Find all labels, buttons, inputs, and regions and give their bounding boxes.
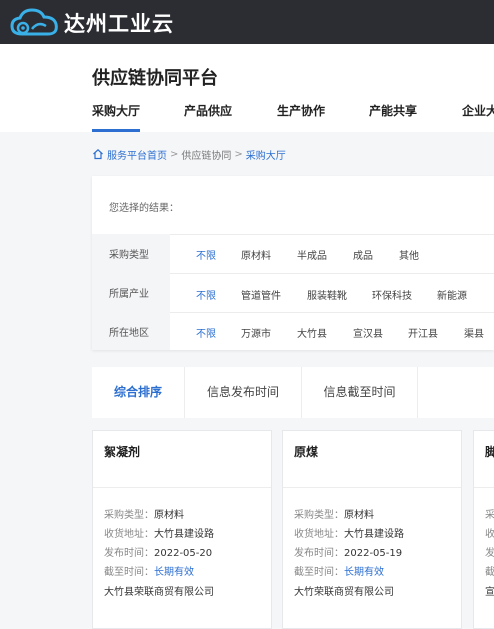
card-title: 原煤 [294, 445, 319, 459]
option-unlimited[interactable]: 不限 [196, 325, 216, 340]
divider [474, 487, 494, 488]
breadcrumb-home[interactable]: 服务平台首页 [107, 147, 167, 162]
card-publish-label: 发布时间： [104, 548, 154, 559]
card-deadline-value: 长期有效 [154, 567, 194, 578]
option-kaijiang[interactable]: 开江县 [408, 325, 438, 340]
divider [170, 312, 494, 313]
breadcrumb-separator: > [170, 148, 179, 160]
card-title: 脚 [485, 443, 494, 460]
card-publish-value: 2022-05-19 [344, 548, 403, 559]
tab-enterprise[interactable]: 企业大 [462, 102, 494, 132]
purchase-card[interactable]: 脚 采 收 发 截 宣 [473, 430, 494, 629]
breadcrumb-supply-chain[interactable]: 供应链协同 [181, 147, 231, 162]
divider [93, 487, 271, 488]
option-new-energy[interactable]: 新能源 [437, 287, 467, 302]
card-deadline: 截至时间：长期有效 [104, 563, 194, 578]
breadcrumb-current[interactable]: 采购大厅 [246, 147, 286, 162]
option-other[interactable]: 其他 [399, 247, 419, 262]
tab-production-collab[interactable]: 生产协作 [277, 102, 325, 132]
card-address-value: 大竹县建设路 [154, 529, 214, 540]
card-type-label: 采购类型： [104, 510, 154, 521]
sort-comprehensive[interactable]: 综合排序 [92, 367, 185, 418]
divider [170, 273, 494, 274]
card-title: 絮凝剂 [104, 445, 141, 459]
divider [283, 487, 461, 488]
option-finished[interactable]: 成品 [353, 247, 373, 262]
sort-bar: 综合排序 信息发布时间 信息截至时间 [92, 367, 494, 418]
card-deadline-label: 截至时间： [294, 567, 344, 578]
filter-label-region: 所在地区 [109, 328, 149, 339]
card-publish: 发布时间：2022-05-19 [294, 544, 402, 559]
card-deadline: 截至时间：长期有效 [294, 563, 384, 578]
option-pipes[interactable]: 管道管件 [241, 287, 281, 302]
card-deadline-value: 长期有效 [344, 567, 384, 578]
card-type: 采购类型：原材料 [104, 506, 184, 521]
card-type-value: 原材料 [154, 510, 184, 521]
card-address-value: 大竹县建设路 [344, 529, 404, 540]
option-raw-material[interactable]: 原材料 [241, 247, 271, 262]
filter-panel: 您选择的结果： 采购类型 不限 原材料 半成品 成品 其他 所属产业 不限 管道… [92, 176, 494, 350]
card-type-label: 采 [485, 510, 494, 521]
sort-publish-time[interactable]: 信息发布时间 [185, 367, 302, 418]
page-title: 供应链协同平台 [92, 68, 218, 89]
card-company: 大竹荣联商贸有限公司 [294, 587, 394, 598]
top-bar: 达州工业云 [0, 0, 494, 44]
tab-product-supply[interactable]: 产品供应 [184, 102, 232, 132]
sort-deadline-time[interactable]: 信息截至时间 [302, 367, 418, 418]
home-icon [93, 148, 103, 160]
card-publish-label: 发布时间： [294, 548, 344, 559]
option-quxian[interactable]: 渠县 [464, 325, 484, 340]
purchase-card[interactable]: 絮凝剂 采购类型：原材料 收货地址：大竹县建设路 发布时间：2022-05-20… [92, 430, 272, 629]
purchase-card[interactable]: 原煤 采购类型：原材料 收货地址：大竹县建设路 发布时间：2022-05-19 … [282, 430, 462, 629]
breadcrumb-separator: > [234, 148, 243, 160]
option-unlimited[interactable]: 不限 [196, 287, 216, 302]
option-apparel[interactable]: 服装鞋靴 [307, 287, 347, 302]
option-semi-finished[interactable]: 半成品 [297, 247, 327, 262]
card-company: 大竹县荣联商贸有限公司 [104, 587, 214, 598]
divider [170, 234, 494, 235]
filter-label-industry: 所属产业 [109, 289, 149, 300]
card-type-label: 采购类型： [294, 510, 344, 521]
filter-label-purchase-type: 采购类型 [109, 250, 149, 261]
option-xuanhan[interactable]: 宣汉县 [353, 325, 383, 340]
card-deadline-label: 截至时间： [104, 567, 154, 578]
selected-results-label: 您选择的结果： [109, 203, 179, 214]
option-environmental[interactable]: 环保科技 [372, 287, 412, 302]
card-address-label: 收货地址： [104, 529, 154, 540]
card-publish-value: 2022-05-20 [154, 548, 213, 559]
card-address-label: 收货地址： [294, 529, 344, 540]
card-type-value: 原材料 [344, 510, 374, 521]
tab-capacity-sharing[interactable]: 产能共享 [369, 102, 417, 132]
card-address: 收货地址：大竹县建设路 [104, 525, 214, 540]
card-type: 采购类型：原材料 [294, 506, 374, 521]
platform-header: 供应链协同平台 采购大厅 产品供应 生产协作 产能共享 企业大 [0, 44, 494, 132]
cloud-gear-logo-icon[interactable] [10, 7, 60, 37]
option-dazhu[interactable]: 大竹县 [297, 325, 327, 340]
option-unlimited[interactable]: 不限 [196, 247, 216, 262]
card-deadline-label: 截 [485, 567, 494, 578]
card-publish: 发布时间：2022-05-20 [104, 544, 212, 559]
breadcrumb: 服务平台首页 > 供应链协同 > 采购大厅 [92, 146, 286, 162]
card-address-label: 收 [485, 529, 494, 540]
option-wanyuan[interactable]: 万源市 [241, 325, 271, 340]
card-address: 收货地址：大竹县建设路 [294, 525, 404, 540]
card-company: 宣 [485, 587, 494, 598]
card-publish-label: 发 [485, 548, 494, 559]
site-name[interactable]: 达州工业云 [64, 8, 174, 38]
tab-purchase-hall[interactable]: 采购大厅 [92, 102, 141, 132]
